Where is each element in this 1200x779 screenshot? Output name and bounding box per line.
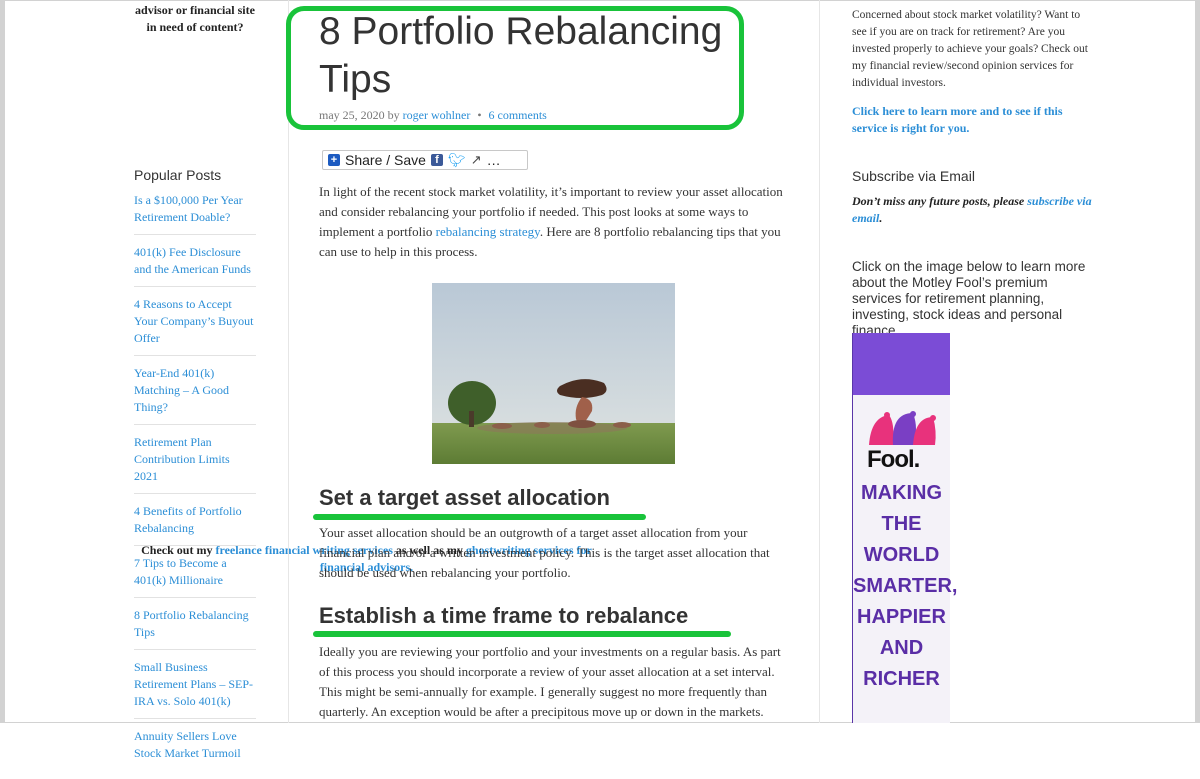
review-promo-text: Concerned about stock market volatility?… — [852, 9, 1088, 89]
popular-post-link[interactable]: 4 Benefits of Portfolio Rebalancing — [134, 503, 256, 546]
rebalancing-strategy-link[interactable]: rebalancing strategy — [436, 224, 540, 239]
column-divider-right — [819, 0, 820, 723]
slogan-line: HAPPIER — [857, 606, 946, 628]
motley-fool-text: Click on the image below to learn more a… — [852, 259, 1086, 338]
slogan-line: MAKING — [860, 482, 943, 504]
more-share-icon[interactable]: … — [487, 152, 501, 168]
plus-icon: + — [328, 154, 340, 166]
slogan-line: THE — [881, 513, 922, 535]
share-save-button[interactable]: + Share / Save f 🐦︎ ↗ … — [322, 150, 528, 170]
popular-post-link[interactable]: Retirement Plan Contribution Limits 2021 — [134, 434, 256, 494]
popular-post-link[interactable]: Is a $100,000 Per Year Retirement Doable… — [134, 192, 256, 235]
heading-target-allocation: Set a target asset allocation — [319, 485, 610, 510]
time-frame-paragraph: Ideally you are reviewing your portfolio… — [319, 644, 781, 719]
popular-posts-list: Is a $100,000 Per Year Retirement Doable… — [134, 192, 256, 779]
banner-slogan: MAKING THE WORLD SMARTER, HAPPIER AND RI… — [853, 478, 958, 695]
popular-post-link[interactable]: 7 Tips to Become a 401(k) Millionaire — [134, 555, 256, 598]
fool-brand-text: Fool. — [867, 446, 920, 473]
popular-post-link[interactable]: Annuity Sellers Love Stock Market Turmoi… — [134, 728, 256, 770]
intro-paragraph: In light of the recent stock market vola… — [319, 182, 784, 262]
jester-hat-icon — [869, 411, 936, 445]
popular-post-link[interactable]: 4 Reasons to Accept Your Company’s Buyou… — [134, 296, 256, 356]
slogan-line: WORLD — [863, 544, 940, 566]
heading1-underline — [313, 514, 646, 520]
target-allocation-paragraph: Your asset allocation should be an outgr… — [319, 525, 770, 580]
heading2-underline — [313, 631, 731, 637]
popular-post-link[interactable]: Small Business Retirement Plans – SEP-IR… — [134, 659, 256, 719]
popular-post-link[interactable]: 401(k) Fee Disclosure and the American F… — [134, 244, 256, 287]
share-label: Share / Save — [345, 152, 426, 168]
review-service-link[interactable]: Click here to learn more and to see if t… — [852, 103, 1097, 137]
subscribe-prompt: Don’t miss any future posts, please — [852, 194, 1028, 208]
twitter-icon[interactable]: 🐦︎ — [448, 152, 466, 169]
heading-time-frame: Establish a time frame to rebalance — [319, 603, 689, 628]
freelance-promo: advisor or financial site in need of con… — [134, 2, 592, 574]
popular-posts-title: Popular Posts — [134, 167, 222, 183]
share-arrow-icon[interactable]: ↗ — [471, 152, 482, 168]
popular-post-link[interactable]: 8 Portfolio Rebalancing Tips — [134, 607, 256, 650]
slogan-line: RICHER — [863, 668, 940, 690]
subscribe-text: Don’t miss any future posts, please subs… — [852, 193, 1097, 227]
facebook-icon[interactable]: f — [430, 154, 443, 166]
subscribe-period: . — [879, 211, 883, 225]
popular-post-link[interactable]: Year-End 401(k) Matching – A Good Thing? — [134, 365, 256, 425]
balanced-rock-image — [432, 283, 675, 464]
promo-text: advisor or financial site in need of con… — [135, 3, 255, 34]
motley-fool-banner[interactable]: Fool. MAKING THE WORLD SMARTER, HAPPIER … — [852, 333, 958, 723]
title-highlight-box — [286, 6, 744, 130]
slogan-line: SMARTER, — [853, 575, 958, 597]
subscribe-title: Subscribe via Email — [852, 168, 975, 184]
slogan-line: AND — [879, 637, 924, 659]
